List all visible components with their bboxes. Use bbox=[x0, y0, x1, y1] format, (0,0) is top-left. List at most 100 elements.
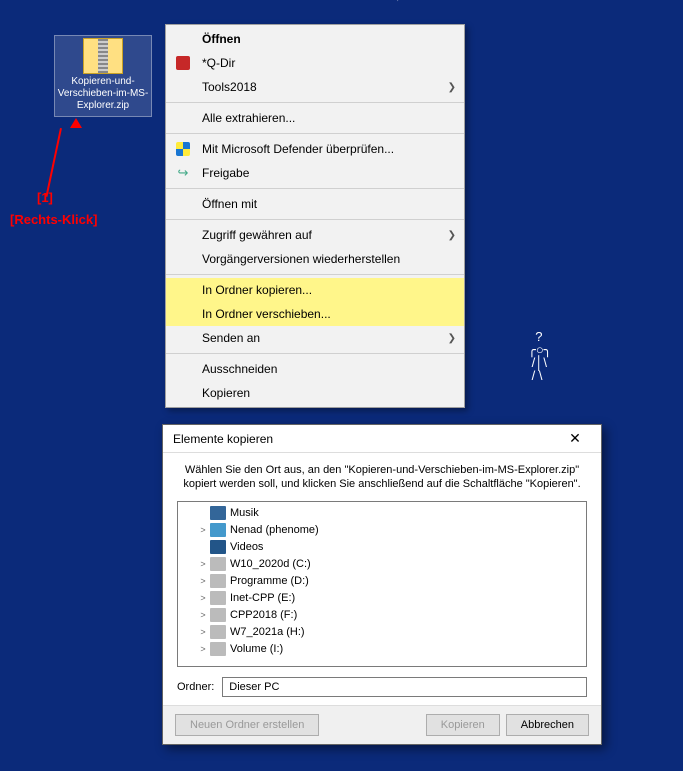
tree-row[interactable]: > W7_2021a (H:) bbox=[178, 623, 586, 640]
cancel-button[interactable]: Abbrechen bbox=[506, 714, 589, 736]
menu-open-with[interactable]: Öffnen mit bbox=[166, 192, 464, 216]
close-button[interactable]: ✕ bbox=[555, 427, 595, 451]
blank-icon bbox=[174, 329, 192, 347]
tree-row[interactable]: Musik bbox=[178, 504, 586, 521]
dialog-instruction: Wählen Sie den Ort aus, an den "Kopieren… bbox=[177, 463, 587, 491]
menu-separator bbox=[166, 102, 464, 103]
menu-label: Öffnen mit bbox=[202, 197, 442, 211]
menu-label: Senden an bbox=[202, 331, 442, 345]
expand-icon[interactable]: > bbox=[196, 644, 210, 654]
expand-icon[interactable]: > bbox=[196, 559, 210, 569]
drive-icon bbox=[210, 642, 226, 656]
chevron-right-icon: ❯ bbox=[448, 333, 456, 344]
close-icon: ✕ bbox=[569, 430, 581, 447]
tree-label: Videos bbox=[230, 541, 263, 553]
menu-cut[interactable]: Ausschneiden bbox=[166, 357, 464, 381]
copy-button[interactable]: Kopieren bbox=[426, 714, 500, 736]
expand-icon[interactable]: > bbox=[196, 627, 210, 637]
menu-share[interactable]: ↪ Freigabe bbox=[166, 161, 464, 185]
tree-label: CPP2018 (F:) bbox=[230, 609, 297, 621]
menu-label: Mit Microsoft Defender überprüfen... bbox=[202, 142, 442, 156]
blank-icon bbox=[174, 109, 192, 127]
dialog-titlebar: Elemente kopieren ✕ bbox=[163, 425, 601, 453]
menu-separator bbox=[166, 219, 464, 220]
chevron-right-icon: ❯ bbox=[448, 230, 456, 241]
tree-row[interactable]: > Programme (D:) bbox=[178, 572, 586, 589]
menu-label: Freigabe bbox=[202, 166, 442, 180]
user-icon bbox=[210, 523, 226, 537]
drive-icon bbox=[210, 591, 226, 605]
menu-grant[interactable]: Zugriff gewähren auf ❯ bbox=[166, 223, 464, 247]
menu-separator bbox=[166, 353, 464, 354]
menu-tools[interactable]: Tools2018 ❯ bbox=[166, 75, 464, 99]
menu-label: Zugriff gewähren auf bbox=[202, 228, 442, 242]
tree-row[interactable]: > CPP2018 (F:) bbox=[178, 606, 586, 623]
menu-open[interactable]: Öffnen bbox=[166, 27, 464, 51]
menu-copy-to-folder[interactable]: In Ordner kopieren... bbox=[166, 278, 464, 302]
expand-icon[interactable]: > bbox=[196, 610, 210, 620]
expand-icon[interactable]: > bbox=[196, 576, 210, 586]
tree-label: Programme (D:) bbox=[230, 575, 309, 587]
shield-icon bbox=[174, 140, 192, 158]
folder-input-row: Ordner: bbox=[177, 677, 587, 697]
video-icon bbox=[210, 540, 226, 554]
expand-icon[interactable]: > bbox=[196, 593, 210, 603]
tree-row[interactable]: > Nenad (phenome) bbox=[178, 521, 586, 538]
tree-row[interactable]: >Volume (I:) bbox=[178, 640, 586, 657]
menu-separator bbox=[166, 133, 464, 134]
tree-label: W7_2021a (H:) bbox=[230, 626, 305, 638]
menu-prev-versions[interactable]: Vorgängerversionen wiederherstellen bbox=[166, 247, 464, 271]
arrow-icon bbox=[70, 118, 82, 128]
tree-label: W10_2020d (C:) bbox=[230, 558, 311, 570]
music-icon bbox=[210, 506, 226, 520]
drive-icon bbox=[210, 625, 226, 639]
menu-defender[interactable]: Mit Microsoft Defender überprüfen... bbox=[166, 137, 464, 161]
folder-input[interactable] bbox=[222, 677, 587, 697]
expand-icon[interactable]: > bbox=[196, 525, 210, 535]
menu-move-to-folder[interactable]: In Ordner verschieben... bbox=[166, 302, 464, 326]
desktop-file-selected[interactable]: Kopieren-und-Verschieben-im-MS-Explorer.… bbox=[54, 35, 152, 117]
dialog-title: Elemente kopieren bbox=[173, 432, 555, 446]
menu-label: In Ordner verschieben... bbox=[202, 307, 442, 321]
menu-label: Kopieren bbox=[202, 386, 442, 400]
menu-label: Alle extrahieren... bbox=[202, 111, 442, 125]
zip-icon bbox=[83, 38, 123, 74]
drive-icon bbox=[210, 608, 226, 622]
menu-extract[interactable]: Alle extrahieren... bbox=[166, 106, 464, 130]
new-folder-button[interactable]: Neuen Ordner erstellen bbox=[175, 714, 319, 736]
annotation-1b: [Rechts-Klick] bbox=[10, 212, 97, 227]
blank-icon bbox=[174, 226, 192, 244]
blank-icon bbox=[174, 78, 192, 96]
file-label: Kopieren-und-Verschieben-im-MS-Explorer.… bbox=[55, 76, 151, 112]
context-menu: Öffnen *Q-Dir Tools2018 ❯ Alle extrahier… bbox=[165, 24, 465, 408]
menu-label: Tools2018 bbox=[202, 80, 442, 94]
menu-qdir[interactable]: *Q-Dir bbox=[166, 51, 464, 75]
menu-copy[interactable]: Kopieren bbox=[166, 381, 464, 405]
blank-icon bbox=[174, 360, 192, 378]
blank-icon bbox=[174, 281, 192, 299]
chevron-right-icon: ❯ bbox=[448, 82, 456, 93]
blank-icon bbox=[174, 384, 192, 402]
tree-row[interactable]: > W10_2020d (C:) bbox=[178, 555, 586, 572]
drive-icon bbox=[210, 574, 226, 588]
dialog-footer: Neuen Ordner erstellen Kopieren Abbreche… bbox=[163, 705, 601, 744]
folder-tree[interactable]: Musik > Nenad (phenome) Videos > W10_2020d (C… bbox=[177, 501, 587, 667]
blank-icon bbox=[174, 195, 192, 213]
menu-separator bbox=[166, 274, 464, 275]
menu-send-to[interactable]: Senden an ❯ bbox=[166, 326, 464, 350]
tree-label: Nenad (phenome) bbox=[230, 524, 319, 536]
menu-label: Öffnen bbox=[202, 32, 442, 46]
qdir-icon bbox=[174, 54, 192, 72]
doodle-icon: ✶ bbox=[392, 0, 404, 5]
folder-label: Ordner: bbox=[177, 681, 214, 693]
tree-label: Musik bbox=[230, 507, 259, 519]
menu-label: *Q-Dir bbox=[202, 56, 442, 70]
tree-row[interactable]: Videos bbox=[178, 538, 586, 555]
tree-row[interactable]: >Inet-CPP (E:) bbox=[178, 589, 586, 606]
blank-icon bbox=[174, 30, 192, 48]
blank-icon bbox=[174, 250, 192, 268]
annotation-1: [1] bbox=[37, 190, 53, 205]
blank-icon bbox=[174, 305, 192, 323]
copy-items-dialog: Elemente kopieren ✕ Wählen Sie den Ort a… bbox=[162, 424, 602, 745]
menu-label: Ausschneiden bbox=[202, 362, 442, 376]
